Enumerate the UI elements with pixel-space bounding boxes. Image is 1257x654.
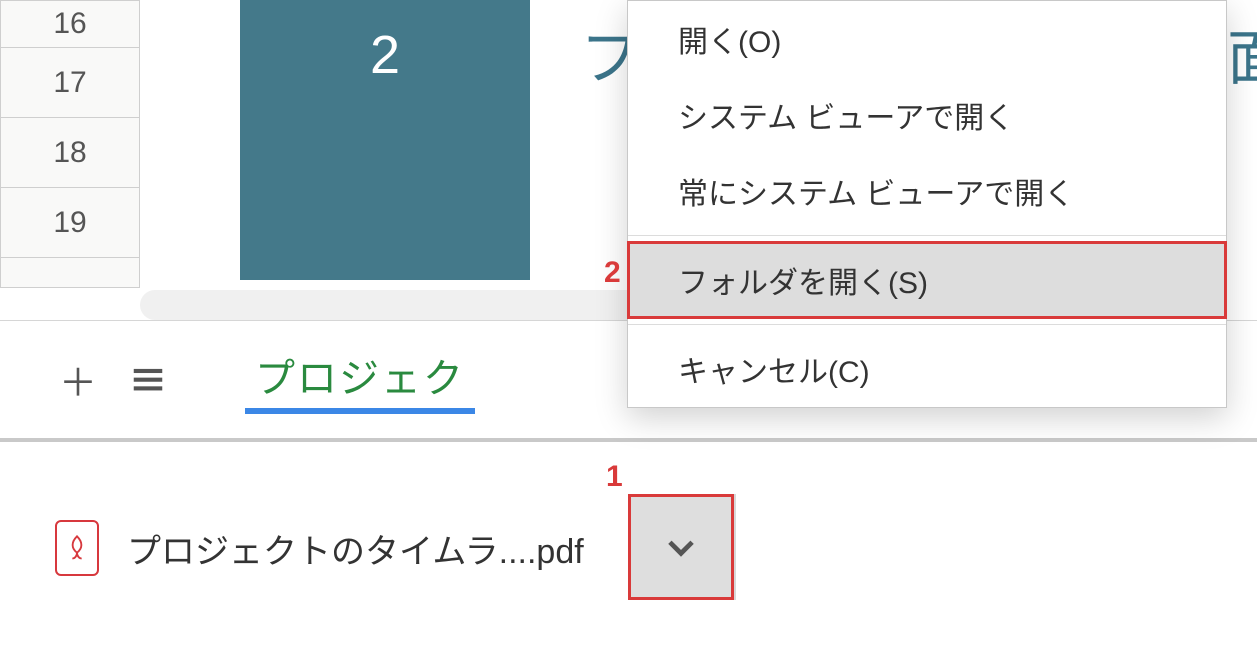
menu-always-system-viewer[interactable]: 常にシステム ビューアで開く bbox=[628, 153, 1226, 229]
download-filename: プロジェクトのタイムラ....pdf bbox=[127, 524, 584, 573]
menu-divider bbox=[628, 235, 1226, 236]
download-chip-divider bbox=[734, 494, 736, 600]
row-header[interactable]: 17 bbox=[0, 48, 140, 118]
row-header[interactable]: 19 bbox=[0, 188, 140, 258]
row-header[interactable] bbox=[0, 258, 140, 288]
download-item[interactable]: プロジェクトのタイムラ....pdf bbox=[55, 520, 584, 576]
hamburger-icon bbox=[129, 361, 167, 399]
menu-show-in-folder[interactable]: フォルダを開く(S) bbox=[628, 242, 1226, 318]
menu-open[interactable]: 開く(O) bbox=[628, 1, 1226, 77]
all-sheets-button[interactable] bbox=[125, 357, 171, 403]
section-heading-fragment-right: 面 bbox=[1227, 10, 1257, 97]
download-options-button[interactable] bbox=[628, 494, 734, 600]
download-context-menu: 開く(O) システム ビューアで開く 常にシステム ビューアで開く フォルダを開… bbox=[627, 0, 1227, 408]
chevron-down-icon bbox=[662, 528, 700, 566]
callout-marker-1: 1 bbox=[606, 460, 623, 494]
menu-cancel[interactable]: キャンセル(C) bbox=[628, 331, 1226, 407]
section-number-cell: 2 bbox=[240, 0, 530, 280]
callout-marker-2: 2 bbox=[604, 256, 621, 290]
sheet-tab-active[interactable]: プロジェク bbox=[245, 346, 475, 414]
row-header-gutter: 16 17 18 19 bbox=[0, 0, 140, 288]
menu-divider bbox=[628, 324, 1226, 325]
pdf-icon bbox=[55, 520, 99, 576]
add-sheet-button[interactable]: ＋ bbox=[55, 357, 101, 403]
row-header[interactable]: 16 bbox=[0, 0, 140, 48]
menu-open-system-viewer[interactable]: システム ビューアで開く bbox=[628, 77, 1226, 153]
row-header[interactable]: 18 bbox=[0, 118, 140, 188]
